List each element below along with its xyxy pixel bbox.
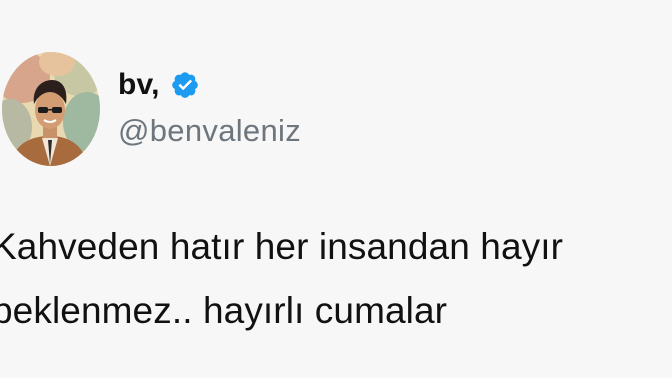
author-handle[interactable]: @benvaleniz (118, 115, 301, 146)
tweet-text-line: Kahveden hatır her insandan hayır (0, 226, 564, 267)
profile-photo (2, 52, 100, 166)
avatar[interactable] (2, 52, 100, 166)
display-name[interactable]: bv, (118, 70, 160, 100)
tweet-card: bv, @benvaleniz Kahveden hatır her insan… (0, 0, 672, 378)
tweet-text: Kahveden hatır her insandan hayır beklen… (0, 215, 672, 343)
author-header: bv, (118, 70, 200, 100)
tweet-text-line: beklenmez.. hayırlı cumalar (0, 290, 448, 331)
verified-badge-icon (170, 70, 200, 100)
